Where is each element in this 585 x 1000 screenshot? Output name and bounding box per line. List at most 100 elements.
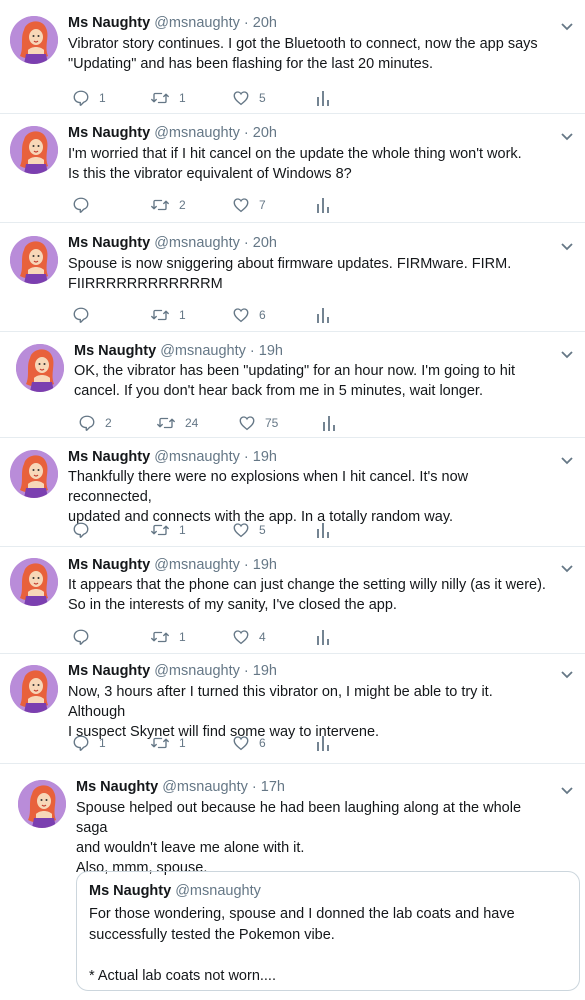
- like-button[interactable]: 7: [232, 195, 266, 215]
- tweet-text-line: Spouse helped out because he had been la…: [76, 800, 522, 836]
- analytics-button[interactable]: [316, 627, 330, 647]
- handle[interactable]: @msnaughty: [154, 663, 240, 679]
- tweet[interactable]: Ms Naughty @msnaughty · 19h Thankfully t…: [0, 438, 585, 547]
- avatar[interactable]: [18, 780, 66, 828]
- reply-button[interactable]: [72, 195, 99, 215]
- tweet-text-line: I'm worried that if I hit cancel on the …: [68, 146, 522, 162]
- tweet[interactable]: Ms Naughty @msnaughty · 20h I'm worried …: [0, 114, 585, 223]
- timestamp[interactable]: 19h: [253, 449, 277, 465]
- tweet-text-line: Thankfully there were no explosions when…: [68, 469, 469, 505]
- tweet-text: Vibrator story continues. I got the Blue…: [68, 34, 548, 74]
- quoted-tweet[interactable]: Ms Naughty @msnaughty For those wonderin…: [76, 871, 580, 991]
- reply-icon: [79, 415, 95, 431]
- reply-button[interactable]: [72, 305, 99, 325]
- handle[interactable]: @msnaughty: [154, 557, 240, 573]
- display-name[interactable]: Ms Naughty: [68, 15, 150, 31]
- timestamp[interactable]: 20h: [253, 125, 277, 141]
- retweet-icon: [151, 631, 169, 643]
- reply-button[interactable]: 1: [72, 88, 106, 108]
- retweet-icon: [151, 92, 169, 104]
- display-name[interactable]: Ms Naughty: [76, 779, 158, 795]
- chevron-down-icon[interactable]: [560, 19, 574, 31]
- display-name[interactable]: Ms Naughty: [68, 663, 150, 679]
- like-button[interactable]: 6: [232, 733, 266, 753]
- analytics-button[interactable]: [316, 305, 330, 325]
- reply-button[interactable]: 2: [78, 413, 112, 433]
- tweet-text-line: Spouse is now sniggering about firmware …: [68, 256, 512, 272]
- like-button[interactable]: 5: [232, 520, 266, 540]
- retweet-button[interactable]: 2: [150, 195, 186, 215]
- tweet-text: I'm worried that if I hit cancel on the …: [68, 144, 548, 184]
- chevron-down-icon[interactable]: [560, 453, 574, 465]
- chevron-down-icon[interactable]: [560, 347, 574, 359]
- timestamp[interactable]: 17h: [261, 779, 285, 795]
- handle[interactable]: @msnaughty: [154, 235, 240, 251]
- retweet-count: 1: [179, 736, 186, 750]
- timestamp[interactable]: 19h: [253, 557, 277, 573]
- chevron-down-icon[interactable]: [560, 239, 574, 251]
- handle[interactable]: @msnaughty: [154, 125, 240, 141]
- like-button[interactable]: 4: [232, 627, 266, 647]
- retweet-button[interactable]: 1: [150, 733, 186, 753]
- reply-button[interactable]: 1: [72, 733, 106, 753]
- display-name[interactable]: Ms Naughty: [68, 235, 150, 251]
- retweet-count: 1: [179, 630, 186, 644]
- tweet-header: Ms Naughty @msnaughty · 20h: [68, 235, 277, 251]
- avatar[interactable]: [16, 344, 64, 392]
- retweet-button[interactable]: 1: [150, 520, 186, 540]
- tweet-header: Ms Naughty @msnaughty · 20h: [68, 125, 277, 141]
- retweet-button[interactable]: 1: [150, 627, 186, 647]
- like-count: 7: [259, 198, 266, 212]
- avatar[interactable]: [10, 16, 58, 64]
- chevron-down-icon[interactable]: [560, 129, 574, 141]
- tweet[interactable]: Ms Naughty @msnaughty · 19h OK, the vibr…: [0, 332, 585, 438]
- avatar[interactable]: [10, 236, 58, 284]
- tweet-text-line: Is this the vibrator equivalent of Windo…: [68, 166, 352, 182]
- retweet-count: 1: [179, 308, 186, 322]
- tweet-text-line: "Updating" and has been flashing for the…: [68, 56, 433, 72]
- display-name[interactable]: Ms Naughty: [68, 449, 150, 465]
- reply-button[interactable]: [72, 520, 99, 540]
- avatar[interactable]: [10, 126, 58, 174]
- handle[interactable]: @msnaughty: [162, 779, 248, 795]
- analytics-icon: [317, 630, 329, 645]
- analytics-button[interactable]: [322, 413, 336, 433]
- analytics-button[interactable]: [316, 733, 330, 753]
- display-name[interactable]: Ms Naughty: [68, 557, 150, 573]
- like-button[interactable]: 75: [238, 413, 278, 433]
- avatar[interactable]: [10, 665, 58, 713]
- handle[interactable]: @msnaughty: [160, 343, 246, 359]
- like-button[interactable]: 5: [232, 88, 266, 108]
- handle[interactable]: @msnaughty: [154, 449, 240, 465]
- reply-icon: [73, 307, 89, 323]
- avatar[interactable]: [10, 558, 58, 606]
- retweet-button[interactable]: 1: [150, 305, 186, 325]
- tweet[interactable]: Ms Naughty @msnaughty · 19h It appears t…: [0, 547, 585, 654]
- analytics-button[interactable]: [316, 88, 330, 108]
- timestamp[interactable]: 19h: [259, 343, 283, 359]
- tweet-text-line: Vibrator story continues. I got the Blue…: [68, 36, 538, 52]
- analytics-button[interactable]: [316, 195, 330, 215]
- chevron-down-icon[interactable]: [560, 667, 574, 679]
- analytics-icon: [317, 198, 329, 213]
- chevron-down-icon[interactable]: [560, 561, 574, 573]
- display-name[interactable]: Ms Naughty: [74, 343, 156, 359]
- display-name[interactable]: Ms Naughty: [68, 125, 150, 141]
- like-count: 5: [259, 91, 266, 105]
- analytics-button[interactable]: [316, 520, 330, 540]
- like-button[interactable]: 6: [232, 305, 266, 325]
- tweet-text: Spouse is now sniggering about firmware …: [68, 254, 548, 294]
- timestamp[interactable]: 20h: [253, 235, 277, 251]
- tweet[interactable]: Ms Naughty @msnaughty · 19h Now, 3 hours…: [0, 654, 585, 764]
- quoted-display-name: Ms Naughty: [89, 883, 172, 899]
- tweet[interactable]: Ms Naughty @msnaughty · 20h Vibrator sto…: [0, 0, 585, 114]
- timestamp[interactable]: 20h: [253, 15, 277, 31]
- timestamp[interactable]: 19h: [253, 663, 277, 679]
- retweet-button[interactable]: 1: [150, 88, 186, 108]
- reply-button[interactable]: [72, 627, 99, 647]
- handle[interactable]: @msnaughty: [154, 15, 240, 31]
- tweet[interactable]: Ms Naughty @msnaughty · 20h Spouse is no…: [0, 223, 585, 332]
- chevron-down-icon[interactable]: [560, 783, 574, 795]
- avatar[interactable]: [10, 450, 58, 498]
- retweet-button[interactable]: 24: [156, 413, 198, 433]
